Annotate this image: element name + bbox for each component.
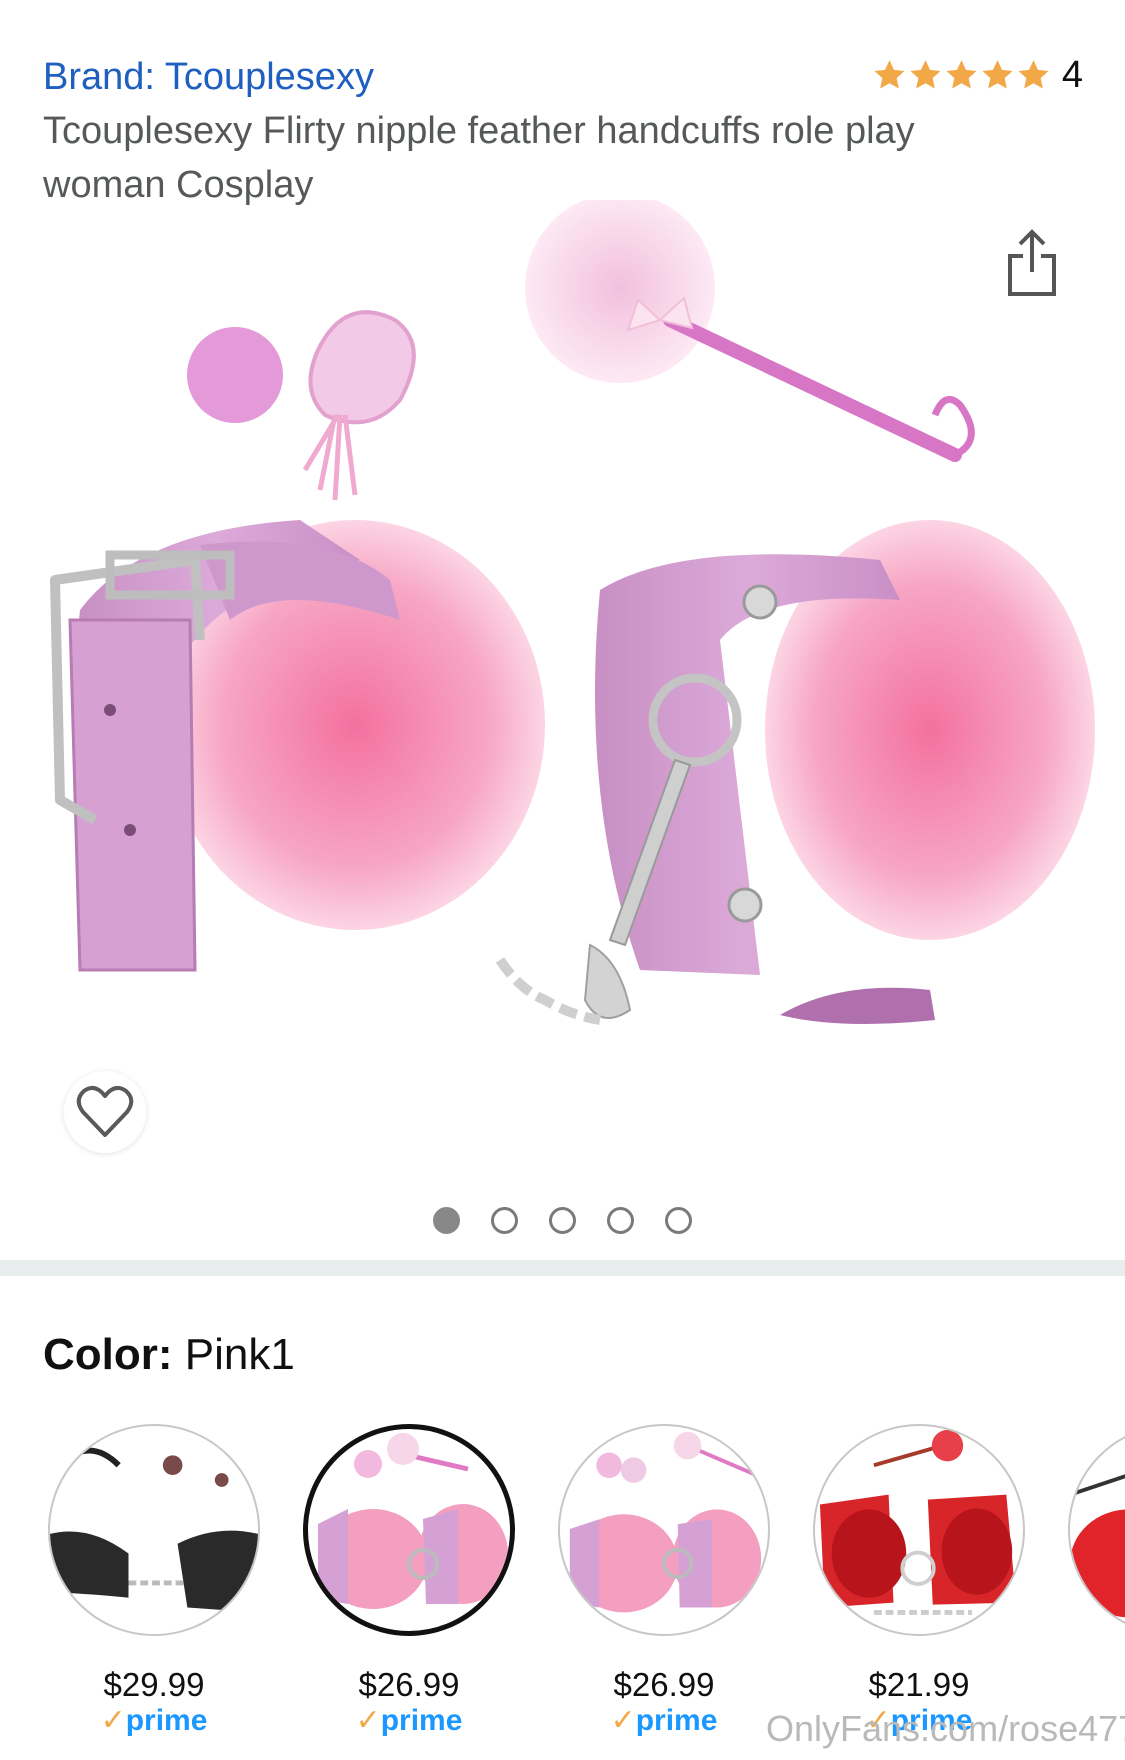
swatch-image <box>303 1424 515 1636</box>
star-icon <box>874 60 905 89</box>
swatch-price: $21.99 <box>868 1666 970 1703</box>
swatch-image <box>558 1424 770 1636</box>
color-swatch-red2[interactable] <box>1068 1424 1125 1636</box>
watermark: OnlyFans.com/rose477 <box>766 1708 1125 1749</box>
color-label: Color: <box>43 1330 173 1379</box>
rating[interactable]: 4 <box>872 54 1083 97</box>
check-icon: ✓ <box>100 1704 126 1737</box>
product-title: Tcouplesexy Flirty nipple feather handcu… <box>43 110 915 206</box>
prime-label: prime <box>125 1704 208 1737</box>
carousel-dot[interactable] <box>607 1207 634 1234</box>
star-icon <box>1018 60 1049 89</box>
rating-count: 4 <box>1061 54 1083 96</box>
carousel-dot[interactable] <box>549 1207 576 1234</box>
color-selection: Color: Pink1 <box>43 1330 295 1380</box>
swatch-price: $26.99 <box>613 1666 715 1703</box>
swatch-image <box>48 1424 260 1636</box>
heart-icon <box>76 1085 134 1137</box>
color-swatch-pink2[interactable]: $26.99 ✓prime <box>558 1424 770 1738</box>
star-icon <box>910 60 941 89</box>
product-image[interactable] <box>0 200 1125 1190</box>
swatch-price: $26.99 <box>358 1666 460 1703</box>
swatch-image <box>1068 1424 1125 1636</box>
carousel-dot[interactable] <box>491 1207 518 1234</box>
swatch-price: $29.99 <box>103 1666 205 1703</box>
favorite-button[interactable] <box>64 1071 146 1153</box>
section-divider <box>0 1260 1125 1276</box>
prime-badge: ✓prime <box>48 1704 260 1738</box>
prime-badge: ✓prime <box>303 1704 515 1738</box>
prime-badge: ✓prime <box>558 1704 770 1738</box>
carousel-dots <box>0 1207 1125 1234</box>
check-icon: ✓ <box>610 1704 636 1737</box>
color-value: Pink1 <box>184 1330 295 1379</box>
color-swatch-red[interactable]: $21.99 ✓prime <box>813 1424 1025 1738</box>
star-icon <box>982 60 1013 89</box>
color-swatch-pink1[interactable]: $26.99 ✓prime <box>303 1424 515 1738</box>
carousel-dot[interactable] <box>665 1207 692 1234</box>
swatch-image <box>813 1424 1025 1636</box>
color-swatch-black[interactable]: $29.99 ✓prime <box>48 1424 260 1738</box>
check-icon: ✓ <box>355 1704 381 1737</box>
prime-label: prime <box>380 1704 463 1737</box>
prime-label: prime <box>635 1704 718 1737</box>
star-icon <box>946 60 977 89</box>
carousel-dot[interactable] <box>433 1207 460 1234</box>
